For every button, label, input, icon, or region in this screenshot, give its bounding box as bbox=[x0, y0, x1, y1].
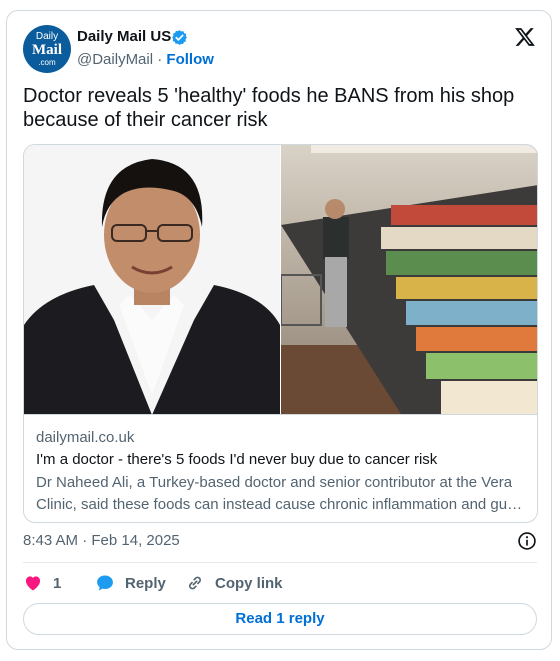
x-logo-icon[interactable] bbox=[514, 26, 536, 48]
copy-link-button[interactable]: Copy link bbox=[185, 573, 283, 593]
link-title: I'm a doctor - there's 5 foods I'd never… bbox=[36, 451, 438, 468]
reply-label: Reply bbox=[125, 574, 166, 592]
tweet-meta: 8:43 AM · Feb 14, 2025 bbox=[23, 531, 537, 551]
like-button[interactable]: 1 bbox=[23, 573, 61, 593]
avatar-text-daily: Daily bbox=[35, 31, 59, 42]
avatar[interactable]: Daily Mail .com bbox=[23, 25, 71, 73]
separator-dot: · bbox=[157, 51, 163, 68]
author-handle[interactable]: @DailyMail bbox=[77, 51, 153, 68]
tweet-embed-card: Daily Mail .com Daily Mail US @DailyMail… bbox=[6, 10, 552, 650]
link-description: Dr Naheed Ali, a Turkey-based doctor and… bbox=[36, 474, 523, 513]
link-icon bbox=[189, 576, 201, 590]
tweet-text: Doctor reveals 5 'healthy' foods he BANS… bbox=[23, 85, 515, 131]
divider bbox=[23, 562, 537, 563]
link-meta[interactable]: dailymail.co.uk I'm a doctor - there's 5… bbox=[24, 414, 537, 522]
author-handle-row: @DailyMail · Follow bbox=[77, 51, 214, 68]
link-domain: dailymail.co.uk bbox=[36, 429, 135, 446]
timestamp[interactable]: 8:43 AM · Feb 14, 2025 bbox=[23, 532, 180, 549]
author-name[interactable]: Daily Mail US bbox=[77, 28, 171, 45]
verified-badge-icon bbox=[172, 30, 187, 45]
avatar-text-com: .com bbox=[38, 58, 56, 67]
follow-button[interactable]: Follow bbox=[166, 51, 214, 68]
like-count: 1 bbox=[53, 574, 62, 592]
reply-button[interactable]: Reply bbox=[95, 573, 166, 593]
info-icon[interactable] bbox=[517, 531, 537, 551]
link-preview-card[interactable]: dailymail.co.uk I'm a doctor - there's 5… bbox=[23, 144, 538, 523]
heart-icon bbox=[25, 576, 41, 591]
read-replies-button[interactable]: Read 1 reply bbox=[23, 603, 537, 635]
reply-bubble-icon bbox=[97, 575, 113, 591]
supermarket-aisle-image bbox=[281, 145, 537, 414]
copy-link-label: Copy link bbox=[215, 574, 283, 592]
action-bar: 1 Reply Copy link bbox=[23, 573, 537, 597]
doctor-portrait-image bbox=[24, 145, 280, 414]
avatar-text-mail: Mail bbox=[32, 42, 62, 58]
